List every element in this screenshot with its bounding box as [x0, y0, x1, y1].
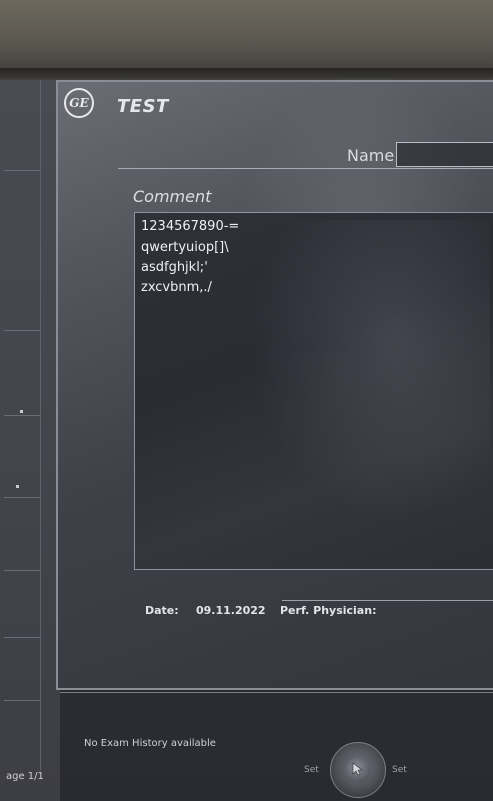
comment-line: 1234567890-= — [141, 219, 240, 234]
background-row-line — [4, 570, 40, 571]
title-divider — [118, 168, 493, 169]
set-right-button[interactable]: Set — [392, 765, 407, 775]
background-row-line — [4, 700, 40, 701]
background-marker — [20, 410, 23, 413]
comment-line: zxcvbnm,./ — [141, 280, 212, 295]
name-label: Name — [347, 146, 395, 165]
comment-label: Comment — [133, 187, 212, 206]
background-row-line — [4, 415, 40, 416]
page-indicator: age 1/1 — [6, 771, 44, 782]
comment-line: qwertyuiop[]\ — [141, 240, 229, 255]
ge-logo-icon: GE — [64, 88, 94, 118]
physician-field-line — [282, 600, 493, 601]
background-row-line — [4, 330, 40, 331]
background-row-line — [4, 170, 40, 171]
photo-screen: GE TEST Name Comment 1234567890-= qwerty… — [0, 0, 493, 801]
background-row-line — [4, 497, 40, 498]
date-value: 09.11.2022 — [196, 604, 266, 617]
exam-history-status: No Exam History available — [84, 738, 216, 749]
monitor-bezel — [0, 0, 493, 78]
background-panel — [0, 80, 60, 801]
set-left-button[interactable]: Set — [304, 765, 319, 775]
date-label: Date: — [145, 604, 179, 617]
name-input[interactable] — [396, 142, 493, 167]
background-divider — [40, 80, 41, 770]
dialog-title: TEST — [117, 96, 169, 117]
background-row-line — [4, 637, 40, 638]
comment-line: asdfghjkl;' — [141, 260, 208, 275]
dialog-bottom-line — [60, 692, 493, 693]
physician-label: Perf. Physician: — [280, 604, 377, 617]
cursor-arrow-icon — [352, 762, 363, 776]
background-marker — [16, 485, 19, 488]
